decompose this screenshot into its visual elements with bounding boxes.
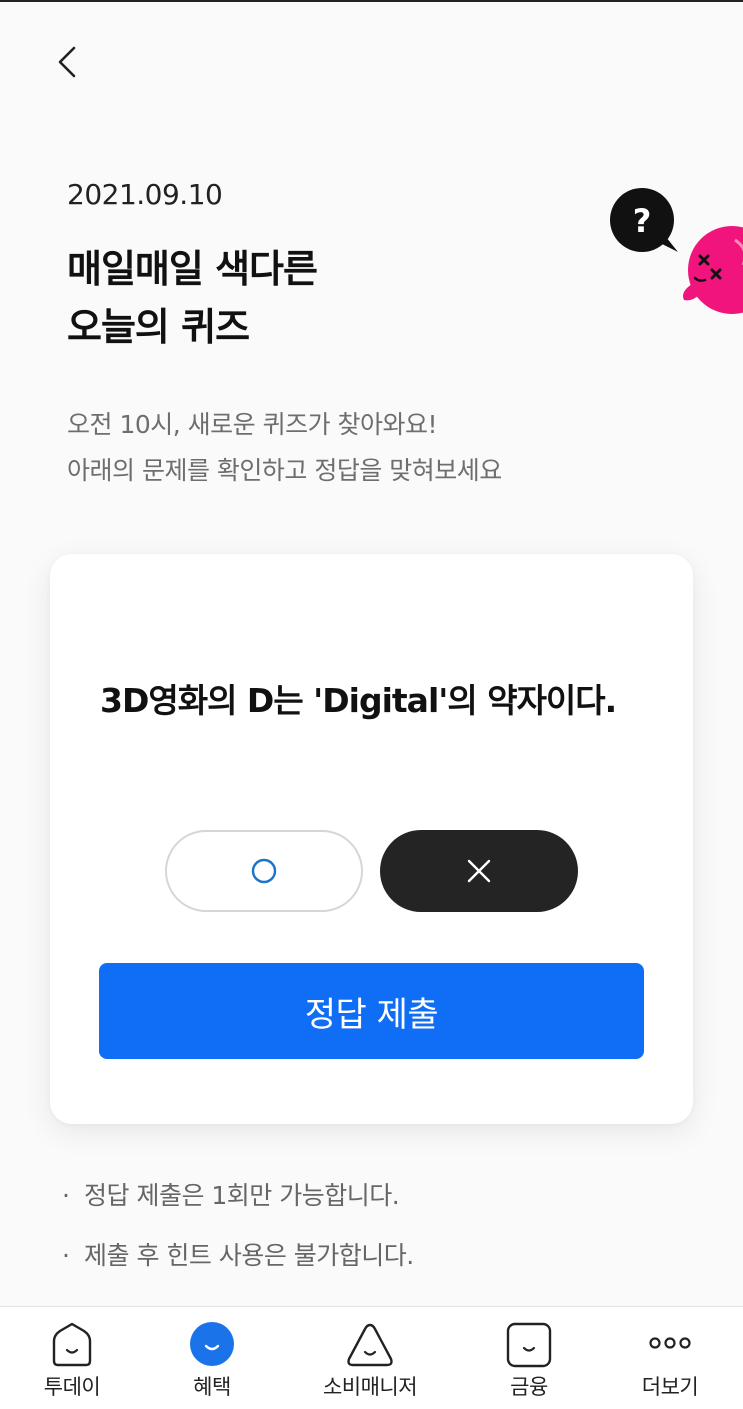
notice-list: · 정답 제출은 1회만 가능합니다. · 제출 후 힌트 사용은 불가합니다. (62, 1170, 414, 1290)
close-x-icon (467, 859, 491, 883)
chevron-left-icon (58, 46, 76, 78)
tab-spending-manager[interactable]: 소비매니저 (310, 1307, 430, 1409)
tab-benefits[interactable]: 혜택 (152, 1307, 272, 1409)
circle-o-icon (251, 858, 277, 884)
page-title: 매일매일 색다른 오늘의 퀴즈 (67, 240, 318, 356)
description-line-2: 아래의 문제를 확인하고 정답을 맞혀보세요 (67, 456, 502, 485)
description-line-1: 오전 10시, 새로운 퀴즈가 찾아와요! (67, 410, 438, 439)
pink-mascot-icon (683, 226, 743, 314)
option-x-button[interactable] (380, 830, 578, 912)
question-bubble-icon: ? (610, 188, 678, 252)
top-divider (0, 0, 743, 2)
notice-text: 제출 후 힌트 사용은 불가합니다. (84, 1241, 414, 1270)
tab-finance[interactable]: 금융 (469, 1307, 589, 1409)
tab-label: 혜택 (193, 1375, 231, 1399)
quiz-description: 오전 10시, 새로운 퀴즈가 찾아와요! 아래의 문제를 확인하고 정답을 맞… (67, 402, 502, 494)
tab-label: 소비매니저 (322, 1375, 418, 1399)
submit-answer-button[interactable]: 정답 제출 (99, 963, 644, 1059)
title-line-1: 매일매일 색다른 (67, 247, 318, 291)
tab-more[interactable]: 더보기 (610, 1307, 730, 1409)
bottom-tab-bar: 투데이 혜택 소비매니저 금융 더보기 (0, 1306, 743, 1409)
option-o-button[interactable] (165, 830, 363, 912)
notice-item: · 제출 후 힌트 사용은 불가합니다. (62, 1230, 414, 1290)
tab-today[interactable]: 투데이 (12, 1307, 132, 1409)
svg-text:?: ? (633, 202, 652, 240)
quiz-card: 3D영화의 D는 'Digital'의 약자이다. 정답 제출 (50, 554, 693, 1124)
square-face-icon (506, 1322, 552, 1368)
notice-text: 정답 제출은 1회만 가능합니다. (84, 1181, 400, 1210)
quiz-question: 3D영화의 D는 'Digital'의 약자이다. (100, 681, 617, 720)
bullet: · (62, 1181, 70, 1210)
back-button[interactable] (46, 40, 90, 84)
home-face-icon (52, 1322, 92, 1367)
tab-label: 더보기 (641, 1375, 699, 1399)
tab-label: 투데이 (43, 1375, 101, 1399)
quiz-date: 2021.09.10 (67, 178, 223, 211)
quiz-mascot-illustration: ? (610, 188, 743, 314)
tab-label: 금융 (510, 1375, 548, 1399)
more-dots-icon (649, 1337, 691, 1349)
title-line-2: 오늘의 퀴즈 (67, 305, 250, 349)
bullet: · (62, 1241, 70, 1270)
benefit-face-icon (190, 1322, 234, 1366)
triangle-face-icon (347, 1323, 393, 1367)
notice-item: · 정답 제출은 1회만 가능합니다. (62, 1170, 414, 1230)
